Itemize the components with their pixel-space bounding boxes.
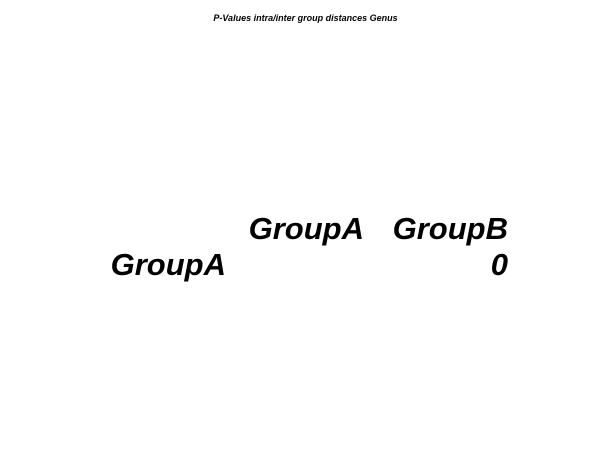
column-header-groupa: GroupA [248,211,364,246]
column-header-groupb: GroupB [392,211,508,246]
chart-title: P-Values intra/inter group distances Gen… [213,13,398,23]
cell-groupa-groupb: 0 [490,247,508,282]
row-header-groupa: GroupA [110,247,226,282]
